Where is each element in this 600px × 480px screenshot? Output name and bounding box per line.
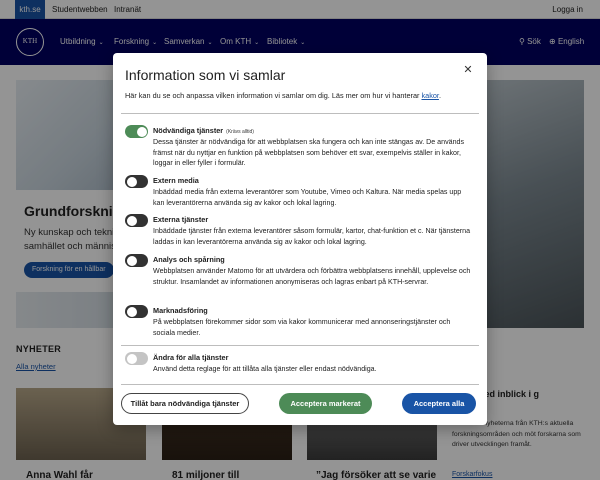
category-description: Webbplatsen använder Matomo för att utvä… (153, 267, 471, 286)
category-title: Nödvändiga tjänster (Krävs alltid) (153, 126, 254, 135)
divider (121, 345, 479, 346)
allow-necessary-only-button[interactable]: Tillåt bara nödvändiga tjänster (121, 393, 249, 414)
toggle-knob (126, 306, 137, 317)
category-description: Dessa tjänster är nödvändiga för att web… (153, 138, 465, 168)
toggle-external-media[interactable] (125, 175, 148, 188)
toggle-knob (126, 255, 137, 266)
accept-selected-button[interactable]: Acceptera markerat (279, 393, 372, 414)
category-title: Ändra för alla tjänster (153, 353, 229, 362)
category-title: Analys och spårning (153, 255, 225, 264)
toggle-knob (126, 353, 137, 364)
accept-all-button[interactable]: Acceptera alla (402, 393, 476, 414)
toggle-necessary[interactable] (125, 125, 148, 138)
category-title-text: Nödvändiga tjänster (153, 126, 224, 135)
toggle-marketing[interactable] (125, 305, 148, 318)
category-description: Använd detta reglage för att tillåta all… (153, 365, 377, 373)
category-description: Inbäddade tjänster från externa leverant… (153, 227, 471, 246)
category-description: Inbäddad media från externa leverantörer… (153, 188, 462, 207)
toggle-external-services[interactable] (125, 214, 148, 227)
toggle-all-services[interactable] (125, 352, 148, 365)
divider (121, 384, 479, 385)
required-note: (Krävs alltid) (226, 129, 254, 135)
category-title: Externa tjänster (153, 215, 209, 224)
category-description: På webbplatsen förekommer sidor som via … (153, 318, 451, 337)
cookie-settings-dialog: Information som vi samlar ✕ Här kan du s… (113, 53, 487, 425)
category-title: Extern media (153, 176, 199, 185)
toggle-analytics[interactable] (125, 254, 148, 267)
toggle-knob (126, 176, 137, 187)
toggle-knob (126, 215, 137, 226)
divider (121, 113, 479, 114)
intro-period: . (438, 91, 441, 100)
toggle-knob (136, 126, 147, 137)
dialog-intro: Här kan du se och anpassa vilken informa… (125, 91, 441, 100)
category-title: Marknadsföring (153, 306, 208, 315)
intro-text: Här kan du se och anpassa vilken informa… (125, 91, 420, 100)
dialog-title: Information som vi samlar (125, 67, 286, 83)
close-icon[interactable]: ✕ (461, 63, 475, 77)
cookies-link[interactable]: kakor (421, 91, 438, 100)
